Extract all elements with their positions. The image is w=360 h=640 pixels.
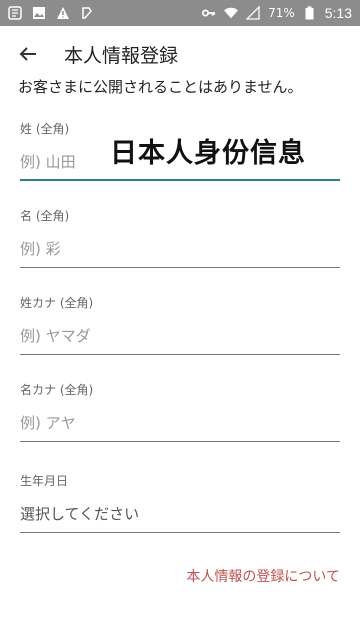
first-name-kana-field[interactable]: 名カナ (全角) 例) アヤ <box>20 381 340 442</box>
clock: 5:13 <box>324 5 352 21</box>
battery-icon <box>303 6 317 20</box>
last-name-kana-input[interactable]: 例) ヤマダ <box>20 325 340 355</box>
app-notification-icon <box>80 6 94 20</box>
birthdate-field[interactable]: 生年月日 選択してください <box>20 472 340 533</box>
first-name-kana-label: 名カナ (全角) <box>20 383 94 397</box>
first-name-label: 名 (全角) <box>20 209 70 223</box>
last-name-kana-field[interactable]: 姓カナ (全角) 例) ヤマダ <box>20 294 340 355</box>
image-icon <box>32 6 46 20</box>
key-icon <box>202 6 216 20</box>
first-name-field[interactable]: 名 (全角) 例) 彩 <box>20 207 340 268</box>
battery-percent: 71% <box>268 6 295 20</box>
back-arrow-icon[interactable] <box>14 40 42 68</box>
first-name-input[interactable]: 例) 彩 <box>20 238 340 268</box>
birthdate-select[interactable]: 選択してください <box>20 503 340 533</box>
warning-icon <box>56 6 70 20</box>
page-title: 本人情報登録 <box>64 44 179 67</box>
notification-icon <box>8 6 22 20</box>
last-name-input[interactable]: 例) 山田 <box>20 151 340 181</box>
privacy-notice: お客さまに公開されることはありません。 <box>18 78 303 94</box>
signal-icon <box>246 6 260 20</box>
wifi-icon <box>224 6 239 20</box>
registration-info-link[interactable]: 本人情報の登録について <box>186 566 340 586</box>
last-name-field[interactable]: 姓 (全角) 例) 山田 <box>20 120 340 181</box>
birthdate-label: 生年月日 <box>20 474 69 488</box>
last-name-kana-label: 姓カナ (全角) <box>20 296 94 310</box>
first-name-kana-input[interactable]: 例) アヤ <box>20 412 340 442</box>
status-bar: 71% 5:13 <box>0 0 360 26</box>
last-name-label: 姓 (全角) <box>20 122 70 136</box>
